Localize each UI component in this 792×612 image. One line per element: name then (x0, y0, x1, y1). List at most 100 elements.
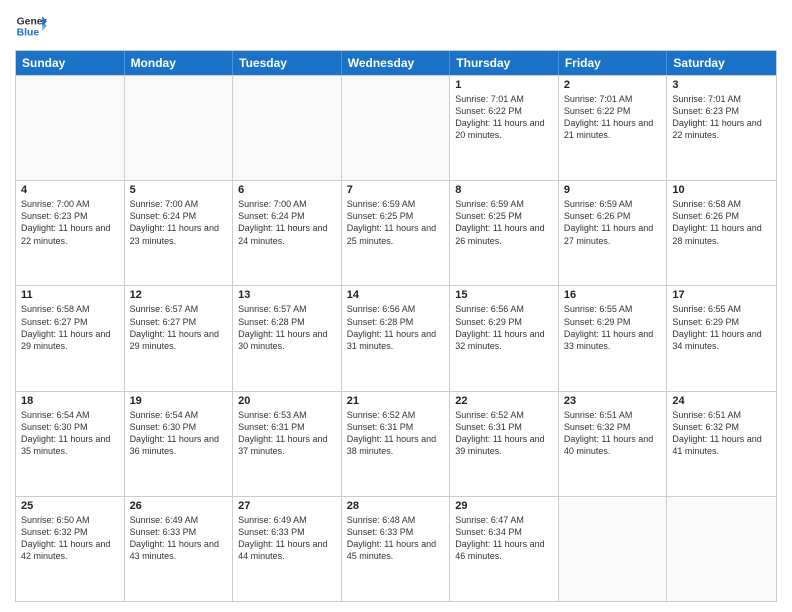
day-number: 19 (130, 395, 228, 407)
weekday-header-wednesday: Wednesday (342, 51, 451, 75)
day-cell-18: 18 Sunrise: 6:54 AM Sunset: 6:30 PM Dayli… (16, 392, 125, 496)
day-number: 25 (21, 500, 119, 512)
weekday-header-friday: Friday (559, 51, 668, 75)
day-cell-20: 20 Sunrise: 6:53 AM Sunset: 6:31 PM Dayli… (233, 392, 342, 496)
day-info: Sunrise: 6:51 AM Sunset: 6:32 PM Dayligh… (672, 409, 771, 458)
day-cell-1: 1 Sunrise: 7:01 AM Sunset: 6:22 PM Daylig… (450, 76, 559, 180)
day-cell-empty-0-1 (125, 76, 234, 180)
day-cell-empty-0-2 (233, 76, 342, 180)
calendar-header-row: SundayMondayTuesdayWednesdayThursdayFrid… (16, 51, 776, 75)
day-number: 7 (347, 184, 445, 196)
day-info: Sunrise: 6:48 AM Sunset: 6:33 PM Dayligh… (347, 514, 445, 563)
day-info: Sunrise: 6:52 AM Sunset: 6:31 PM Dayligh… (455, 409, 553, 458)
day-cell-4: 4 Sunrise: 7:00 AM Sunset: 6:23 PM Daylig… (16, 181, 125, 285)
day-cell-2: 2 Sunrise: 7:01 AM Sunset: 6:22 PM Daylig… (559, 76, 668, 180)
day-info: Sunrise: 6:56 AM Sunset: 6:28 PM Dayligh… (347, 303, 445, 352)
weekday-header-saturday: Saturday (667, 51, 776, 75)
day-number: 11 (21, 289, 119, 301)
day-cell-5: 5 Sunrise: 7:00 AM Sunset: 6:24 PM Daylig… (125, 181, 234, 285)
day-cell-11: 11 Sunrise: 6:58 AM Sunset: 6:27 PM Dayli… (16, 286, 125, 390)
day-info: Sunrise: 6:49 AM Sunset: 6:33 PM Dayligh… (130, 514, 228, 563)
day-cell-29: 29Sunrise: 6:47 AM Sunset: 6:34 PM Dayli… (450, 497, 559, 601)
day-number: 18 (21, 395, 119, 407)
header: General Blue (15, 10, 777, 42)
day-number: 3 (672, 79, 771, 91)
day-info: Sunrise: 6:52 AM Sunset: 6:31 PM Dayligh… (347, 409, 445, 458)
day-info: Sunrise: 6:49 AM Sunset: 6:33 PM Dayligh… (238, 514, 336, 563)
day-info: Sunrise: 6:54 AM Sunset: 6:30 PM Dayligh… (130, 409, 228, 458)
day-info: Sunrise: 7:00 AM Sunset: 6:23 PM Dayligh… (21, 198, 119, 247)
day-info: Sunrise: 6:53 AM Sunset: 6:31 PM Dayligh… (238, 409, 336, 458)
day-number: 20 (238, 395, 336, 407)
day-cell-9: 9Sunrise: 6:59 AM Sunset: 6:26 PM Daylig… (559, 181, 668, 285)
weekday-header-sunday: Sunday (16, 51, 125, 75)
weekday-header-thursday: Thursday (450, 51, 559, 75)
day-cell-21: 21 Sunrise: 6:52 AM Sunset: 6:31 PM Dayli… (342, 392, 451, 496)
day-cell-12: 12 Sunrise: 6:57 AM Sunset: 6:27 PM Dayli… (125, 286, 234, 390)
day-cell-17: 17 Sunrise: 6:55 AM Sunset: 6:29 PM Dayli… (667, 286, 776, 390)
day-info: Sunrise: 6:47 AM Sunset: 6:34 PM Dayligh… (455, 514, 553, 563)
day-cell-empty-0-3 (342, 76, 451, 180)
day-cell-8: 8 Sunrise: 6:59 AM Sunset: 6:25 PM Daylig… (450, 181, 559, 285)
day-number: 6 (238, 184, 336, 196)
day-cell-3: 3Sunrise: 7:01 AM Sunset: 6:23 PM Daylig… (667, 76, 776, 180)
calendar-row-1: 4 Sunrise: 7:00 AM Sunset: 6:23 PM Daylig… (16, 180, 776, 285)
weekday-header-monday: Monday (125, 51, 234, 75)
day-number: 17 (672, 289, 771, 301)
day-cell-23: 23 Sunrise: 6:51 AM Sunset: 6:32 PM Dayli… (559, 392, 668, 496)
day-info: Sunrise: 6:59 AM Sunset: 6:25 PM Dayligh… (347, 198, 445, 247)
day-info: Sunrise: 6:50 AM Sunset: 6:32 PM Dayligh… (21, 514, 119, 563)
calendar-row-0: 1 Sunrise: 7:01 AM Sunset: 6:22 PM Daylig… (16, 75, 776, 180)
day-info: Sunrise: 6:55 AM Sunset: 6:29 PM Dayligh… (564, 303, 662, 352)
day-number: 4 (21, 184, 119, 196)
page: General Blue SundayMondayTuesdayWednesda… (0, 0, 792, 612)
day-cell-15: 15Sunrise: 6:56 AM Sunset: 6:29 PM Dayli… (450, 286, 559, 390)
day-number: 24 (672, 395, 771, 407)
day-cell-empty-4-6 (667, 497, 776, 601)
day-number: 13 (238, 289, 336, 301)
day-cell-19: 19 Sunrise: 6:54 AM Sunset: 6:30 PM Dayli… (125, 392, 234, 496)
calendar: SundayMondayTuesdayWednesdayThursdayFrid… (15, 50, 777, 602)
logo: General Blue (15, 10, 47, 42)
day-cell-6: 6 Sunrise: 7:00 AM Sunset: 6:24 PM Daylig… (233, 181, 342, 285)
logo-icon: General Blue (15, 10, 47, 42)
day-number: 10 (672, 184, 771, 196)
day-cell-7: 7 Sunrise: 6:59 AM Sunset: 6:25 PM Daylig… (342, 181, 451, 285)
day-info: Sunrise: 6:55 AM Sunset: 6:29 PM Dayligh… (672, 303, 771, 352)
day-number: 1 (455, 79, 553, 91)
day-number: 22 (455, 395, 553, 407)
day-cell-empty-0-0 (16, 76, 125, 180)
day-info: Sunrise: 7:00 AM Sunset: 6:24 PM Dayligh… (130, 198, 228, 247)
day-info: Sunrise: 7:01 AM Sunset: 6:22 PM Dayligh… (564, 93, 662, 142)
day-number: 27 (238, 500, 336, 512)
day-number: 5 (130, 184, 228, 196)
day-number: 15 (455, 289, 553, 301)
day-info: Sunrise: 6:59 AM Sunset: 6:26 PM Dayligh… (564, 198, 662, 247)
day-info: Sunrise: 6:51 AM Sunset: 6:32 PM Dayligh… (564, 409, 662, 458)
day-number: 12 (130, 289, 228, 301)
day-number: 28 (347, 500, 445, 512)
svg-text:Blue: Blue (17, 28, 40, 39)
day-info: Sunrise: 6:59 AM Sunset: 6:25 PM Dayligh… (455, 198, 553, 247)
day-info: Sunrise: 7:00 AM Sunset: 6:24 PM Dayligh… (238, 198, 336, 247)
day-number: 2 (564, 79, 662, 91)
day-cell-16: 16Sunrise: 6:55 AM Sunset: 6:29 PM Dayli… (559, 286, 668, 390)
day-cell-22: 22 Sunrise: 6:52 AM Sunset: 6:31 PM Dayli… (450, 392, 559, 496)
day-number: 23 (564, 395, 662, 407)
day-info: Sunrise: 6:54 AM Sunset: 6:30 PM Dayligh… (21, 409, 119, 458)
day-cell-26: 26Sunrise: 6:49 AM Sunset: 6:33 PM Dayli… (125, 497, 234, 601)
calendar-row-3: 18 Sunrise: 6:54 AM Sunset: 6:30 PM Dayli… (16, 391, 776, 496)
day-cell-28: 28 Sunrise: 6:48 AM Sunset: 6:33 PM Dayli… (342, 497, 451, 601)
day-info: Sunrise: 6:58 AM Sunset: 6:26 PM Dayligh… (672, 198, 771, 247)
day-cell-27: 27 Sunrise: 6:49 AM Sunset: 6:33 PM Dayli… (233, 497, 342, 601)
day-info: Sunrise: 7:01 AM Sunset: 6:22 PM Dayligh… (455, 93, 553, 142)
weekday-header-tuesday: Tuesday (233, 51, 342, 75)
day-cell-empty-4-5 (559, 497, 668, 601)
day-info: Sunrise: 6:57 AM Sunset: 6:28 PM Dayligh… (238, 303, 336, 352)
day-info: Sunrise: 6:57 AM Sunset: 6:27 PM Dayligh… (130, 303, 228, 352)
day-number: 21 (347, 395, 445, 407)
day-info: Sunrise: 6:58 AM Sunset: 6:27 PM Dayligh… (21, 303, 119, 352)
day-number: 8 (455, 184, 553, 196)
day-cell-13: 13 Sunrise: 6:57 AM Sunset: 6:28 PM Dayli… (233, 286, 342, 390)
calendar-row-2: 11 Sunrise: 6:58 AM Sunset: 6:27 PM Dayli… (16, 285, 776, 390)
